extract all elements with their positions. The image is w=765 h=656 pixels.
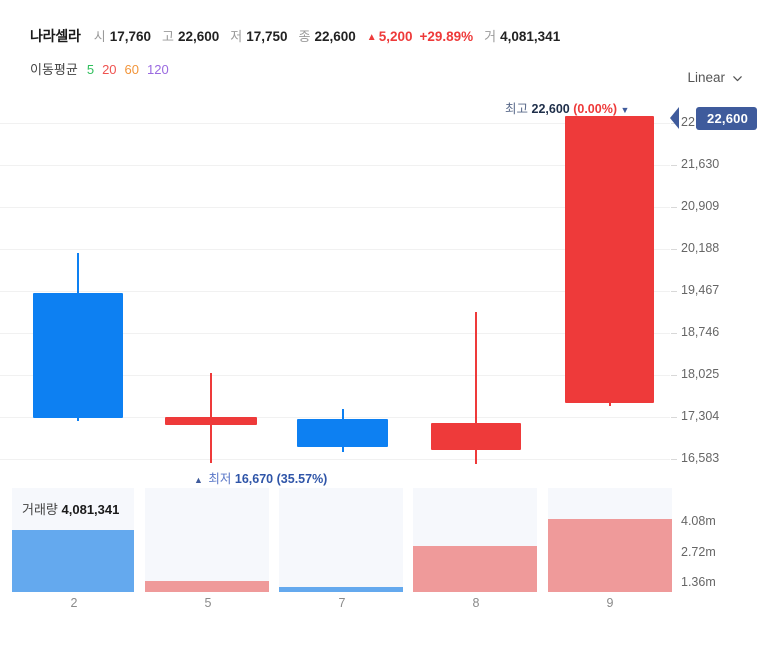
volume-bar-2[interactable] — [12, 530, 134, 592]
price-tick-mark — [671, 333, 677, 334]
moving-average-legend: 이동평균 5 20 60 120 — [30, 59, 177, 78]
price-tick-label: 19,467 — [681, 282, 720, 297]
close-value: 22,600 — [314, 29, 356, 44]
volume-tick-label: 4.08m — [681, 513, 716, 528]
volume-column-5 — [145, 488, 269, 592]
open-label: 시 — [93, 29, 106, 44]
volume-tick-label: 2.72m — [681, 544, 716, 559]
volume-panel-legend: 거래량 4,081,341 — [22, 499, 119, 518]
price-tick-label: 20,909 — [681, 198, 720, 213]
volume-bar-9[interactable] — [548, 519, 672, 592]
high-annotation-percent: (0.00%) — [573, 102, 617, 116]
ma-period-5[interactable]: 5 — [87, 62, 94, 77]
price-tick-mark — [671, 375, 677, 376]
high-annotation: 최고 22,600 (0.00%) ▼ — [505, 98, 629, 117]
moving-average-title: 이동평균 — [30, 62, 78, 77]
high-value: 22,600 — [177, 29, 220, 44]
price-tick-label: 17,304 — [681, 408, 720, 423]
scale-type-label: Linear — [687, 70, 725, 85]
price-tick-label: 18,025 — [681, 366, 720, 381]
scale-type-dropdown[interactable]: Linear — [687, 70, 743, 85]
price-axis: 22,35121,63020,90920,18819,46718,74618,0… — [671, 108, 765, 480]
price-tick-mark — [671, 249, 677, 250]
candlestick-8[interactable] — [431, 423, 521, 450]
candlestick-7[interactable] — [297, 419, 388, 447]
x-axis-tick-7: 7 — [338, 596, 346, 610]
current-price-value: 22,600 — [707, 111, 748, 126]
volume-value: 4,081,341 — [500, 29, 561, 44]
change-up-arrow-icon: ▲ — [366, 32, 377, 43]
low-annotation: ▲ 최저 16,670 (35.57%) — [194, 468, 327, 487]
low-annotation-marker-icon: ▲ — [194, 475, 203, 485]
price-tick-label: 16,583 — [681, 450, 720, 465]
current-price-tag: 22,600 — [696, 107, 757, 130]
price-tick-label: 20,188 — [681, 240, 720, 255]
volume-axis: 4.08m 2.72m 1.36m — [676, 488, 765, 592]
x-axis-tick-8: 8 — [472, 596, 480, 610]
low-annotation-label: 최저 — [208, 472, 232, 486]
x-axis: 2 5 7 8 9 — [0, 596, 670, 620]
stock-chart-widget: 나라셀라 시 17,760 고 22,600 저 17,750 종 22,600… — [0, 0, 765, 656]
price-tick-mark — [671, 291, 677, 292]
high-annotation-marker-icon: ▼ — [620, 105, 630, 115]
price-tick-label: 21,630 — [681, 156, 720, 171]
change-value: 5,200 — [378, 29, 413, 44]
high-annotation-label: 최고 — [505, 102, 529, 116]
ma-period-60[interactable]: 60 — [125, 62, 139, 77]
price-tick-mark — [671, 165, 677, 166]
chevron-down-icon — [732, 72, 743, 83]
stock-name: 나라셀라 — [30, 28, 81, 44]
candlestick-9[interactable] — [565, 116, 654, 403]
low-annotation-value: 16,670 — [234, 472, 274, 486]
volume-panel-label: 거래량 — [22, 502, 58, 517]
candlestick-2[interactable] — [33, 293, 123, 418]
change-percent: +29.89% — [419, 29, 474, 44]
price-tick-label: 18,746 — [681, 324, 720, 339]
low-label: 저 — [230, 29, 243, 44]
price-tick-mark — [671, 207, 677, 208]
price-tag-pointer-icon — [670, 107, 679, 129]
low-value: 17,750 — [246, 29, 288, 44]
high-annotation-value: 22,600 — [531, 102, 570, 116]
gridline — [0, 459, 670, 460]
volume-panel-value: 4,081,341 — [61, 502, 120, 517]
candlestick-5[interactable] — [165, 417, 257, 425]
close-label: 종 — [298, 29, 311, 44]
price-chart-plot[interactable] — [0, 108, 670, 480]
x-axis-tick-5: 5 — [204, 596, 212, 610]
open-value: 17,760 — [109, 29, 151, 44]
low-annotation-percent: (35.57%) — [276, 472, 328, 486]
x-axis-tick-2: 2 — [70, 596, 78, 610]
volume-column-7 — [279, 488, 403, 592]
price-tick-mark — [671, 417, 677, 418]
volume-bar-7[interactable] — [279, 587, 403, 592]
price-tick-mark — [671, 459, 677, 460]
volume-bar-8[interactable] — [413, 546, 537, 592]
volume-bar-5[interactable] — [145, 581, 269, 592]
x-axis-tick-9: 9 — [606, 596, 614, 610]
volume-tick-label: 1.36m — [681, 575, 716, 590]
ma-period-120[interactable]: 120 — [147, 62, 169, 77]
quote-summary-bar: 나라셀라 시 17,760 고 22,600 저 17,750 종 22,600… — [30, 26, 560, 46]
ma-period-20[interactable]: 20 — [102, 62, 116, 77]
volume-label: 거 — [484, 29, 497, 44]
high-label: 고 — [162, 29, 174, 44]
